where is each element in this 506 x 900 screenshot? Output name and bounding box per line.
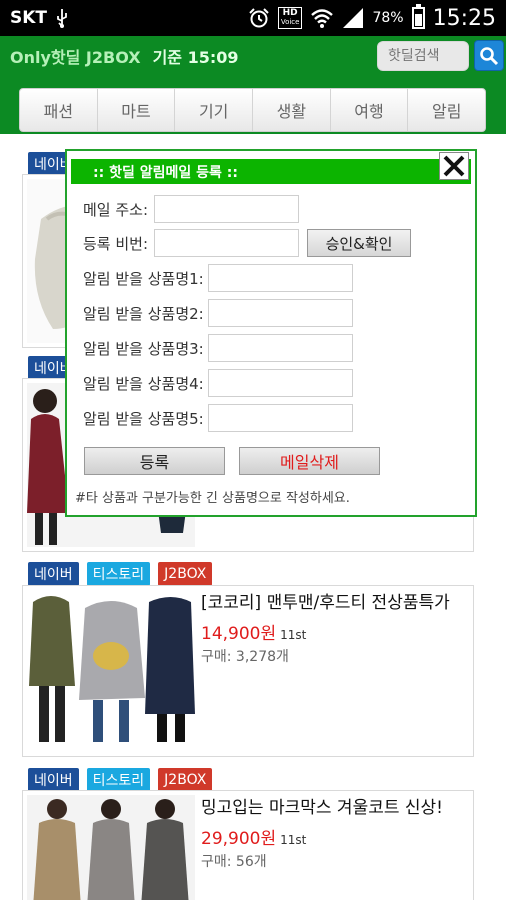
pin-label: 등록 비번:: [83, 234, 149, 253]
item-label: 알림 받을 상품명3:: [83, 339, 204, 358]
item-row-1: 알림 받을 상품명1:: [83, 264, 353, 292]
shop-name: 11st: [280, 833, 307, 847]
price-value: 14,900원: [201, 624, 277, 644]
wifi-icon: [310, 8, 334, 28]
email-label: 메일 주소:: [83, 200, 149, 219]
battery-icon: [411, 4, 425, 29]
tab-fashion[interactable]: 패션: [20, 89, 98, 131]
updated-time: 기준 15:09: [152, 48, 239, 67]
product-image: [27, 795, 195, 900]
item-row-4: 알림 받을 상품명4:: [83, 369, 353, 397]
item-label: 알림 받을 상품명1:: [83, 269, 204, 288]
product-info: [코코리] 맨투맨/후드티 전상품특가 14,900원 11st 구매: 3,27…: [201, 592, 467, 666]
hd-voice-icon: HD Voice: [277, 7, 303, 29]
purchase-count: 구매: 3,278개: [201, 649, 289, 665]
tab-living[interactable]: 생활: [253, 89, 331, 131]
item-row-3: 알림 받을 상품명3:: [83, 334, 353, 362]
battery-fill: [414, 14, 422, 26]
tab-travel[interactable]: 여행: [331, 89, 409, 131]
delete-mail-button[interactable]: 메일삭제: [239, 447, 380, 475]
email-row: 메일 주소:: [83, 195, 300, 223]
alarm-icon: [248, 7, 270, 29]
product-image: [27, 590, 195, 754]
card-4-badges: 네이버 티스토리 J2BOX: [28, 768, 213, 792]
naver-badge[interactable]: 네이버: [28, 768, 79, 792]
purchase-count: 구매: 56개: [201, 854, 267, 870]
confirm-button[interactable]: 승인&확인: [307, 229, 412, 257]
j2box-badge[interactable]: J2BOX: [158, 768, 213, 792]
tab-devices[interactable]: 기기: [175, 89, 254, 131]
product-card[interactable]: [코코리] 맨투맨/후드티 전상품특가 14,900원 11st 구매: 3,27…: [22, 585, 474, 757]
category-tabs: 패션 마트 기기 생활 여행 알림: [19, 88, 486, 132]
alert-mail-dialog: :: 핫딜 알림메일 등록 :: 메일 주소: 등록 비번: 승인&확인 알림 …: [65, 149, 477, 517]
item-field-3[interactable]: [207, 334, 353, 362]
item-row-5: 알림 받을 상품명5:: [83, 404, 353, 432]
usb-icon: [55, 8, 69, 28]
status-bar: SKT HD Voice 78% 15:25: [0, 0, 506, 36]
dialog-title: :: 핫딜 알림메일 등록 ::: [71, 159, 471, 184]
search-button[interactable]: [474, 40, 504, 71]
product-title[interactable]: 밍고입는 마크막스 겨울코트 신상!: [201, 797, 467, 820]
search-icon: [480, 46, 499, 65]
pin-row: 등록 비번: 승인&확인: [83, 229, 412, 257]
item-field-4[interactable]: [207, 369, 353, 397]
naver-badge[interactable]: 네이버: [28, 562, 79, 586]
tab-mart[interactable]: 마트: [98, 89, 176, 131]
email-field[interactable]: [154, 195, 300, 223]
register-button[interactable]: 등록: [84, 447, 225, 475]
product-info: 밍고입는 마크막스 겨울코트 신상! 29,900원 11st 구매: 56개: [201, 797, 467, 871]
price-value: 29,900원: [201, 829, 277, 849]
product-card[interactable]: 밍고입는 마크막스 겨울코트 신상! 29,900원 11st 구매: 56개: [22, 790, 474, 900]
product-title[interactable]: [코코리] 맨투맨/후드티 전상품특가: [201, 592, 467, 615]
close-icon: [443, 155, 465, 177]
item-row-2: 알림 받을 상품명2:: [83, 299, 353, 327]
item-label: 알림 받을 상품명4:: [83, 374, 204, 393]
product-price: 14,900원 11st: [201, 619, 467, 644]
tistory-badge[interactable]: 티스토리: [86, 562, 151, 586]
tistory-badge[interactable]: 티스토리: [86, 768, 151, 792]
shop-name: 11st: [280, 628, 307, 642]
app-header: Only핫딜 J2BOX 기준 15:09: [0, 36, 506, 76]
item-field-1[interactable]: [207, 264, 353, 292]
product-price: 29,900원 11st: [201, 824, 467, 849]
brand-label: Only핫딜 J2BOX: [10, 48, 141, 67]
carrier-label: SKT: [10, 8, 48, 28]
voice-label: Voice: [280, 18, 300, 26]
item-field-2[interactable]: [207, 299, 353, 327]
tab-alerts[interactable]: 알림: [408, 89, 485, 131]
category-bar: 패션 마트 기기 생활 여행 알림: [0, 76, 506, 134]
close-button[interactable]: [439, 152, 469, 180]
card-3-badges: 네이버 티스토리 J2BOX: [28, 562, 213, 586]
battery-percent: 78%: [372, 10, 404, 26]
j2box-badge[interactable]: J2BOX: [158, 562, 213, 586]
item-label: 알림 받을 상품명2:: [83, 304, 204, 323]
dialog-note: #타 상품과 구분가능한 긴 상품명으로 작성하세요.: [75, 491, 350, 506]
pin-field[interactable]: [154, 229, 300, 257]
clock: 15:25: [432, 5, 496, 31]
item-field-5[interactable]: [207, 404, 353, 432]
item-label: 알림 받을 상품명5:: [83, 409, 204, 428]
signal-icon: [342, 7, 364, 29]
hd-label: HD: [282, 8, 298, 18]
search-input[interactable]: [377, 41, 469, 71]
